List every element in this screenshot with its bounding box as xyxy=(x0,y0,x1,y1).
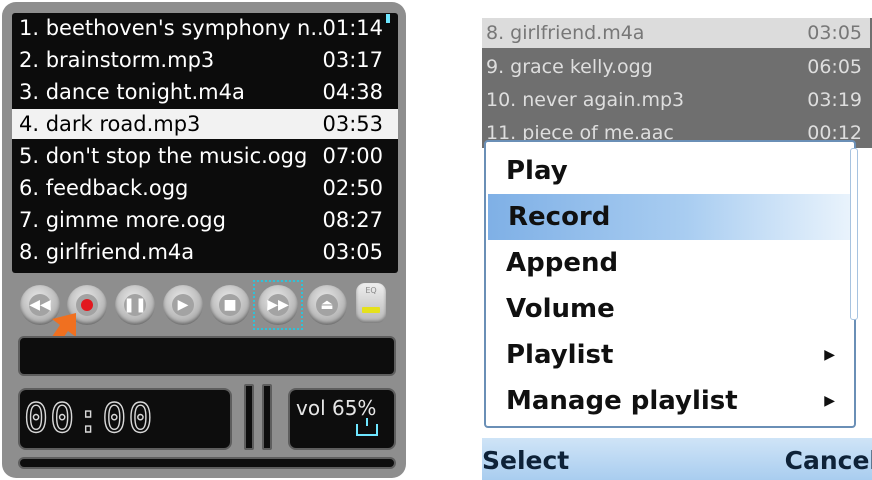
eject-icon: ⏏ xyxy=(316,294,338,316)
track-name: 9. grace kelly.ogg xyxy=(486,56,653,78)
volume-icon xyxy=(356,418,378,436)
play-icon: ▶ xyxy=(172,294,194,316)
menu-item-volume[interactable]: Volume xyxy=(486,286,851,332)
track-duration: 07:00 xyxy=(322,144,383,168)
background-playlist: 8. girlfriend.m4a 03:05 9. grace kelly.o… xyxy=(482,18,872,148)
softkey-bar: Select Cancel xyxy=(482,438,872,480)
playlist[interactable]: 1. beethoven's symphony n... 01:14 2. br… xyxy=(12,13,398,273)
track-name: 6. feedback.ogg xyxy=(19,176,189,200)
track-name: 1. beethoven's symphony n... xyxy=(19,16,323,40)
equalizer-icon xyxy=(362,307,380,313)
menu-item-playlist[interactable]: Playlist ▶ xyxy=(486,332,851,378)
equalizer-button[interactable]: EQ xyxy=(356,283,386,323)
track-duration: 01:14 xyxy=(322,16,383,40)
track-name: 2. brainstorm.mp3 xyxy=(19,48,215,72)
track-name: 5. don't stop the music.ogg xyxy=(19,144,308,168)
play-button[interactable]: ▶ xyxy=(163,285,203,325)
track-name: 8. girlfriend.m4a xyxy=(486,22,645,44)
menu-item-label: Play xyxy=(506,156,568,186)
volume-display[interactable]: vol 65% xyxy=(288,388,396,450)
menu-item-label: Volume xyxy=(506,294,615,324)
playlist-item[interactable]: 1. beethoven's symphony n... 01:14 xyxy=(12,13,386,43)
menu-item-label: Record xyxy=(508,202,611,232)
stop-button[interactable]: ■ xyxy=(210,285,250,325)
track-duration: 02:50 xyxy=(322,176,383,200)
track-duration: 03:05 xyxy=(807,22,862,44)
cancel-softkey[interactable]: Cancel xyxy=(785,446,872,475)
list-item: 10. never again.mp3 03:19 xyxy=(482,85,870,115)
left-music-player: 1. beethoven's symphony n... 01:14 2. br… xyxy=(0,0,408,480)
submenu-arrow-icon: ▶ xyxy=(824,393,835,409)
track-duration: 08:27 xyxy=(322,208,383,232)
playlist-item-selected[interactable]: 4. dark road.mp3 03:53 xyxy=(12,109,398,139)
track-info-display xyxy=(18,336,396,376)
track-duration: 06:05 xyxy=(807,56,862,78)
menu-scrollbar[interactable] xyxy=(850,148,858,320)
track-name: 7. gimme more.ogg xyxy=(19,208,226,232)
pause-button[interactable]: ❚❚ xyxy=(115,285,155,325)
playlist-item[interactable]: 8. girlfriend.m4a 03:05 xyxy=(12,237,386,267)
level-meter-right xyxy=(262,384,272,450)
submenu-arrow-icon: ▶ xyxy=(824,347,835,363)
track-duration: 03:05 xyxy=(322,240,383,264)
track-duration: 03:19 xyxy=(807,89,862,111)
playlist-item[interactable]: 2. brainstorm.mp3 03:17 xyxy=(12,45,386,75)
menu-item-manage-playlist[interactable]: Manage playlist ▶ xyxy=(486,378,851,424)
fast-forward-button[interactable]: ▶▶ xyxy=(258,285,298,325)
playlist-item[interactable]: 6. feedback.ogg 02:50 xyxy=(12,173,386,203)
menu-item-record[interactable]: Record xyxy=(488,194,850,240)
menu-item-label: Playlist xyxy=(506,340,614,370)
right-music-player: 8. girlfriend.m4a 03:05 9. grace kelly.o… xyxy=(482,0,872,480)
menu-item-label: Manage playlist xyxy=(506,386,738,416)
list-item: 9. grace kelly.ogg 06:05 xyxy=(482,52,870,82)
pause-icon: ❚❚ xyxy=(123,294,147,316)
progress-bar[interactable] xyxy=(18,457,396,469)
options-menu: Play Record Append Volume Playlist ▶ Man… xyxy=(484,140,856,428)
playlist-item[interactable]: 7. gimme more.ogg 08:27 xyxy=(12,205,386,235)
menu-item-append[interactable]: Append xyxy=(486,240,851,286)
equalizer-label: EQ xyxy=(365,286,377,295)
volume-label: vol 65% xyxy=(296,396,377,420)
stop-icon: ■ xyxy=(219,294,241,316)
elapsed-time: 00:00 xyxy=(23,395,155,442)
playlist-item[interactable]: 5. don't stop the music.ogg 07:00 xyxy=(12,141,386,171)
level-meter-left xyxy=(244,384,254,450)
eject-button[interactable]: ⏏ xyxy=(307,285,347,325)
track-name: 4. dark road.mp3 xyxy=(19,112,201,136)
track-name: 10. never again.mp3 xyxy=(486,89,685,111)
track-name: 8. girlfriend.m4a xyxy=(19,240,195,264)
list-item: 8. girlfriend.m4a 03:05 xyxy=(482,18,870,48)
fast-forward-icon: ▶▶ xyxy=(267,294,289,316)
track-duration: 03:53 xyxy=(322,112,383,136)
menu-item-label: Append xyxy=(506,248,619,278)
track-duration: 03:17 xyxy=(322,48,383,72)
select-softkey[interactable]: Select xyxy=(482,446,569,475)
playlist-scrollbar[interactable] xyxy=(386,14,390,23)
track-duration: 04:38 xyxy=(322,80,383,104)
menu-item-play[interactable]: Play xyxy=(486,148,851,194)
time-display: 00:00 xyxy=(18,388,232,450)
track-name: 3. dance tonight.m4a xyxy=(19,80,245,104)
playlist-item[interactable]: 3. dance tonight.m4a 04:38 xyxy=(12,77,386,107)
